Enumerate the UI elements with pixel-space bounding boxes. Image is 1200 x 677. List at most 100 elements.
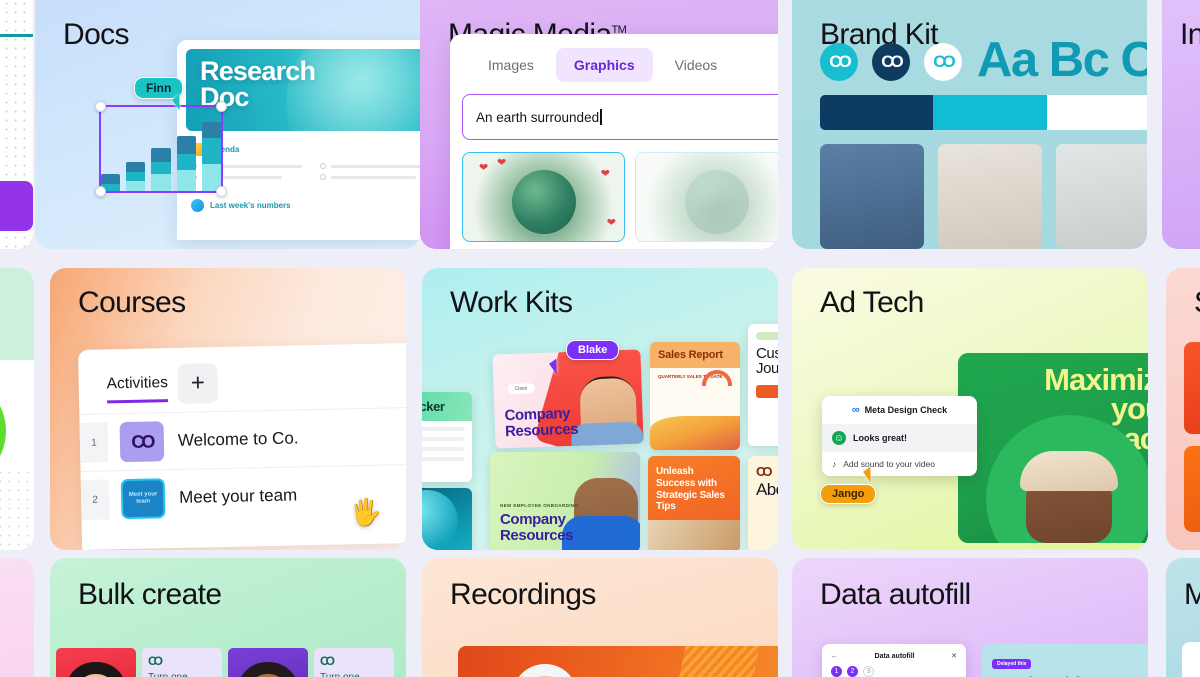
purple-block bbox=[0, 181, 33, 231]
step-dot[interactable]: 2 bbox=[847, 666, 858, 677]
color-swatch[interactable] bbox=[820, 95, 934, 130]
card-brand-kit[interactable]: Brand Kit CO CO CO Aa Bc Cc bbox=[792, 0, 1147, 249]
bulk-tile-text[interactable]: CO Turn one bbox=[142, 648, 222, 677]
tile-company-resources-1[interactable]: Class Company Resources bbox=[492, 349, 644, 449]
tile-about[interactable]: CO Abo the bbox=[748, 456, 778, 550]
card-left-edge-row3[interactable]: ed their bbox=[0, 558, 34, 677]
tab-videos[interactable]: Videos bbox=[657, 48, 736, 82]
social-tile[interactable] bbox=[1184, 446, 1200, 532]
card-magic-media[interactable]: Magic MediaTM Images Graphics Videos An … bbox=[420, 0, 778, 249]
close-icon[interactable]: ✕ bbox=[951, 652, 957, 660]
bulk-tile-photo[interactable] bbox=[56, 648, 136, 677]
list-item-thumbnail: CO bbox=[119, 421, 165, 463]
recording-preview[interactable] bbox=[458, 646, 778, 677]
brand-logo-icon[interactable]: CO bbox=[924, 43, 962, 81]
brand-logo-icon: CO bbox=[148, 654, 163, 668]
card-data-autofill[interactable]: Data autofill ← Data autofill ✕ 1 2 3 De… bbox=[792, 558, 1148, 677]
popup-item[interactable]: ☺ Looks great! bbox=[822, 424, 977, 452]
selection-box[interactable] bbox=[95, 101, 227, 197]
list-item-label: Welcome to Co. bbox=[177, 428, 299, 450]
brand-logo-icon: CO bbox=[320, 654, 335, 668]
tab-graphics[interactable]: Graphics bbox=[555, 48, 653, 82]
tile-company-resources-2[interactable]: NEW EMPLOYEE ONBOARDING Company Resources bbox=[490, 452, 640, 550]
texture-graphic bbox=[662, 646, 760, 677]
resize-handle-bl[interactable] bbox=[95, 186, 106, 197]
ad-creative-preview[interactable]: Maximizeyourreach bbox=[958, 353, 1148, 543]
brand-logo-icon[interactable]: CO bbox=[872, 43, 910, 81]
card-insights[interactable]: In bbox=[1162, 0, 1200, 249]
card-courses[interactable]: Courses Activities + 1 CO Welcome to Co.… bbox=[50, 268, 406, 550]
bulk-tile-label: Turn one bbox=[320, 672, 388, 677]
checkbox-icon[interactable] bbox=[320, 174, 326, 180]
smiley-icon: ☺ bbox=[832, 431, 846, 445]
popup-item-label: Add sound to your video bbox=[843, 459, 935, 469]
result-thumbnail[interactable] bbox=[635, 152, 778, 242]
brand-photo[interactable] bbox=[938, 144, 1042, 249]
card-title-more: M bbox=[1184, 578, 1200, 611]
card-ad-tech[interactable]: Ad Tech Maximizeyourreach ∞ Meta Design … bbox=[792, 268, 1148, 550]
list-item-label: Meet your team bbox=[178, 485, 298, 507]
tile-pill bbox=[756, 332, 778, 340]
popup-item[interactable]: ♪ Add sound to your video bbox=[822, 452, 977, 476]
color-swatch[interactable] bbox=[933, 95, 1047, 130]
person-shirt bbox=[570, 421, 644, 449]
result-thumbnail[interactable]: ❤ ❤ ❤ ❤ bbox=[462, 152, 625, 242]
meta-design-check-popup[interactable]: ∞ Meta Design Check ☺ Looks great! ♪ Add… bbox=[822, 396, 977, 476]
tile-button[interactable] bbox=[756, 384, 778, 398]
magic-media-panel[interactable]: Images Graphics Videos An earth surround… bbox=[450, 34, 778, 249]
prompt-input[interactable]: An earth surrounded bbox=[462, 94, 778, 140]
popup-header: ∞ Meta Design Check bbox=[822, 396, 977, 424]
brand-photo[interactable] bbox=[820, 144, 924, 249]
data-autofill-preview[interactable]: Delayed this Regional forec bbox=[982, 644, 1148, 677]
data-autofill-dialog[interactable]: ← Data autofill ✕ 1 2 3 bbox=[822, 644, 966, 677]
card-left-edge-row1[interactable] bbox=[0, 0, 33, 249]
tile-customer-journey[interactable]: Custo Journ bbox=[748, 324, 778, 446]
bulk-tile-photo[interactable] bbox=[228, 648, 308, 677]
doc-section-label: Last week's numbers bbox=[210, 201, 291, 210]
tile-unleash-success[interactable]: Unleash Success with Strategic Sales Tip… bbox=[648, 456, 740, 550]
bulk-tile-text[interactable]: CO Turn one bbox=[314, 648, 394, 677]
doc-section-agenda: Agenda bbox=[191, 143, 420, 156]
media-type-tabs: Images Graphics Videos bbox=[450, 34, 778, 92]
list-item-number: 1 bbox=[79, 422, 109, 463]
more-preview-panel[interactable] bbox=[1182, 642, 1200, 677]
collaborator-tag-jango: Jango bbox=[820, 484, 877, 504]
teal-divider bbox=[0, 34, 33, 37]
dot-grid-pattern bbox=[0, 468, 34, 550]
brand-photo[interactable] bbox=[1056, 144, 1147, 249]
checkbox-icon[interactable] bbox=[320, 163, 326, 169]
tab-activities[interactable]: Activities bbox=[106, 374, 169, 404]
step-dot[interactable]: 3 bbox=[863, 666, 874, 677]
step-indicator: 1 2 3 bbox=[822, 666, 966, 677]
card-docs[interactable]: Docs Research Doc Agenda Last week's num… bbox=[35, 0, 420, 249]
resize-handle-tr[interactable] bbox=[216, 101, 227, 112]
tile-sales-report[interactable]: Sales Report QUARTERLY SALES TO DATE bbox=[650, 342, 740, 450]
resize-handle-br[interactable] bbox=[216, 186, 227, 197]
brand-color-palette[interactable] bbox=[820, 95, 1147, 130]
person-jacket bbox=[562, 516, 640, 550]
card-more[interactable]: M bbox=[1166, 558, 1200, 677]
tile-abstract-teal[interactable] bbox=[422, 488, 472, 550]
card-left-edge-row2[interactable]: wth bbox=[0, 268, 34, 550]
step-dot[interactable]: 1 bbox=[831, 666, 842, 677]
list-item-number: 2 bbox=[80, 479, 110, 520]
dialog-title: Data autofill bbox=[874, 652, 915, 660]
card-bulk-create[interactable]: Bulk create CO Turn one CO Turn one bbox=[50, 558, 406, 677]
back-arrow-icon[interactable]: ← bbox=[831, 653, 838, 660]
social-tile[interactable] bbox=[1184, 342, 1200, 434]
work-kits-collage: ogress cker Class CompanyResources Blake… bbox=[422, 324, 778, 550]
tile-progress-tracker[interactable]: ogress cker bbox=[422, 392, 472, 482]
person-beanie bbox=[1020, 451, 1118, 491]
card-social[interactable]: S bbox=[1166, 268, 1200, 550]
tile-heading: Abo the bbox=[756, 480, 778, 499]
tab-images[interactable]: Images bbox=[470, 48, 552, 82]
brand-logo-icon[interactable]: CO bbox=[820, 43, 858, 81]
add-activity-button[interactable]: + bbox=[177, 363, 219, 404]
resize-handle-tl[interactable] bbox=[95, 101, 106, 112]
list-item[interactable]: 1 CO Welcome to Co. bbox=[79, 407, 406, 471]
color-swatch[interactable] bbox=[1046, 95, 1147, 130]
tile-caption: NEW EMPLOYEE ONBOARDING bbox=[500, 503, 579, 508]
tile-pill-label: Class bbox=[507, 383, 535, 395]
card-recordings[interactable]: Recordings bbox=[422, 558, 778, 677]
card-work-kits[interactable]: Work Kits ogress cker Class CompanyResou… bbox=[422, 268, 778, 550]
